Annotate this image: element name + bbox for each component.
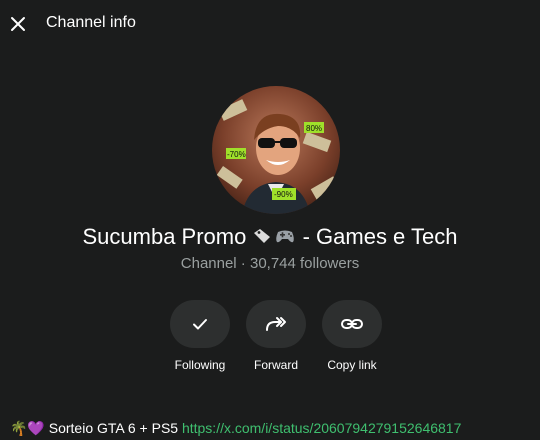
forward-button-circle[interactable] bbox=[246, 300, 306, 348]
avatar-badge-1: -70% bbox=[227, 150, 246, 159]
following-button[interactable]: Following bbox=[160, 300, 240, 372]
copy-link-button[interactable]: Copy link bbox=[312, 300, 392, 372]
channel-name-suffix: - Games e Tech bbox=[296, 224, 458, 249]
description-text: 🌴💜 Sorteio GTA 6 + PS5 bbox=[10, 420, 182, 436]
channel-meta: Channel · 30,744 followers bbox=[180, 255, 360, 272]
link-icon bbox=[341, 319, 363, 329]
tag-icon bbox=[252, 225, 274, 251]
forward-button[interactable]: Forward bbox=[236, 300, 316, 372]
channel-name: Sucumba Promo - Games e Tech bbox=[0, 224, 540, 251]
avatar-image: -70% 80% -90% bbox=[212, 86, 340, 214]
channel-name-main: Sucumba Promo bbox=[82, 224, 247, 249]
gamepad-icon bbox=[274, 225, 296, 251]
avatar-badge-2: 80% bbox=[306, 124, 322, 133]
avatar-badge-3: -90% bbox=[274, 190, 293, 199]
copy-link-label: Copy link bbox=[327, 358, 377, 372]
description-link[interactable]: https://x.com/i/status/20607942791526468… bbox=[182, 420, 461, 436]
close-button[interactable] bbox=[6, 12, 30, 36]
close-icon bbox=[11, 17, 25, 31]
action-buttons: Following Forward Copy link bbox=[0, 300, 540, 380]
forward-icon bbox=[266, 317, 286, 331]
check-icon bbox=[193, 319, 207, 330]
header-bar: Channel info bbox=[0, 0, 540, 48]
header-title: Channel info bbox=[46, 14, 136, 31]
following-button-circle[interactable] bbox=[170, 300, 230, 348]
copy-link-button-circle[interactable] bbox=[322, 300, 382, 348]
channel-avatar[interactable]: -70% 80% -90% bbox=[212, 86, 340, 214]
channel-description: 🌴💜 Sorteio GTA 6 + PS5 https://x.com/i/s… bbox=[10, 420, 540, 440]
following-label: Following bbox=[174, 358, 226, 372]
forward-label: Forward bbox=[253, 358, 298, 372]
